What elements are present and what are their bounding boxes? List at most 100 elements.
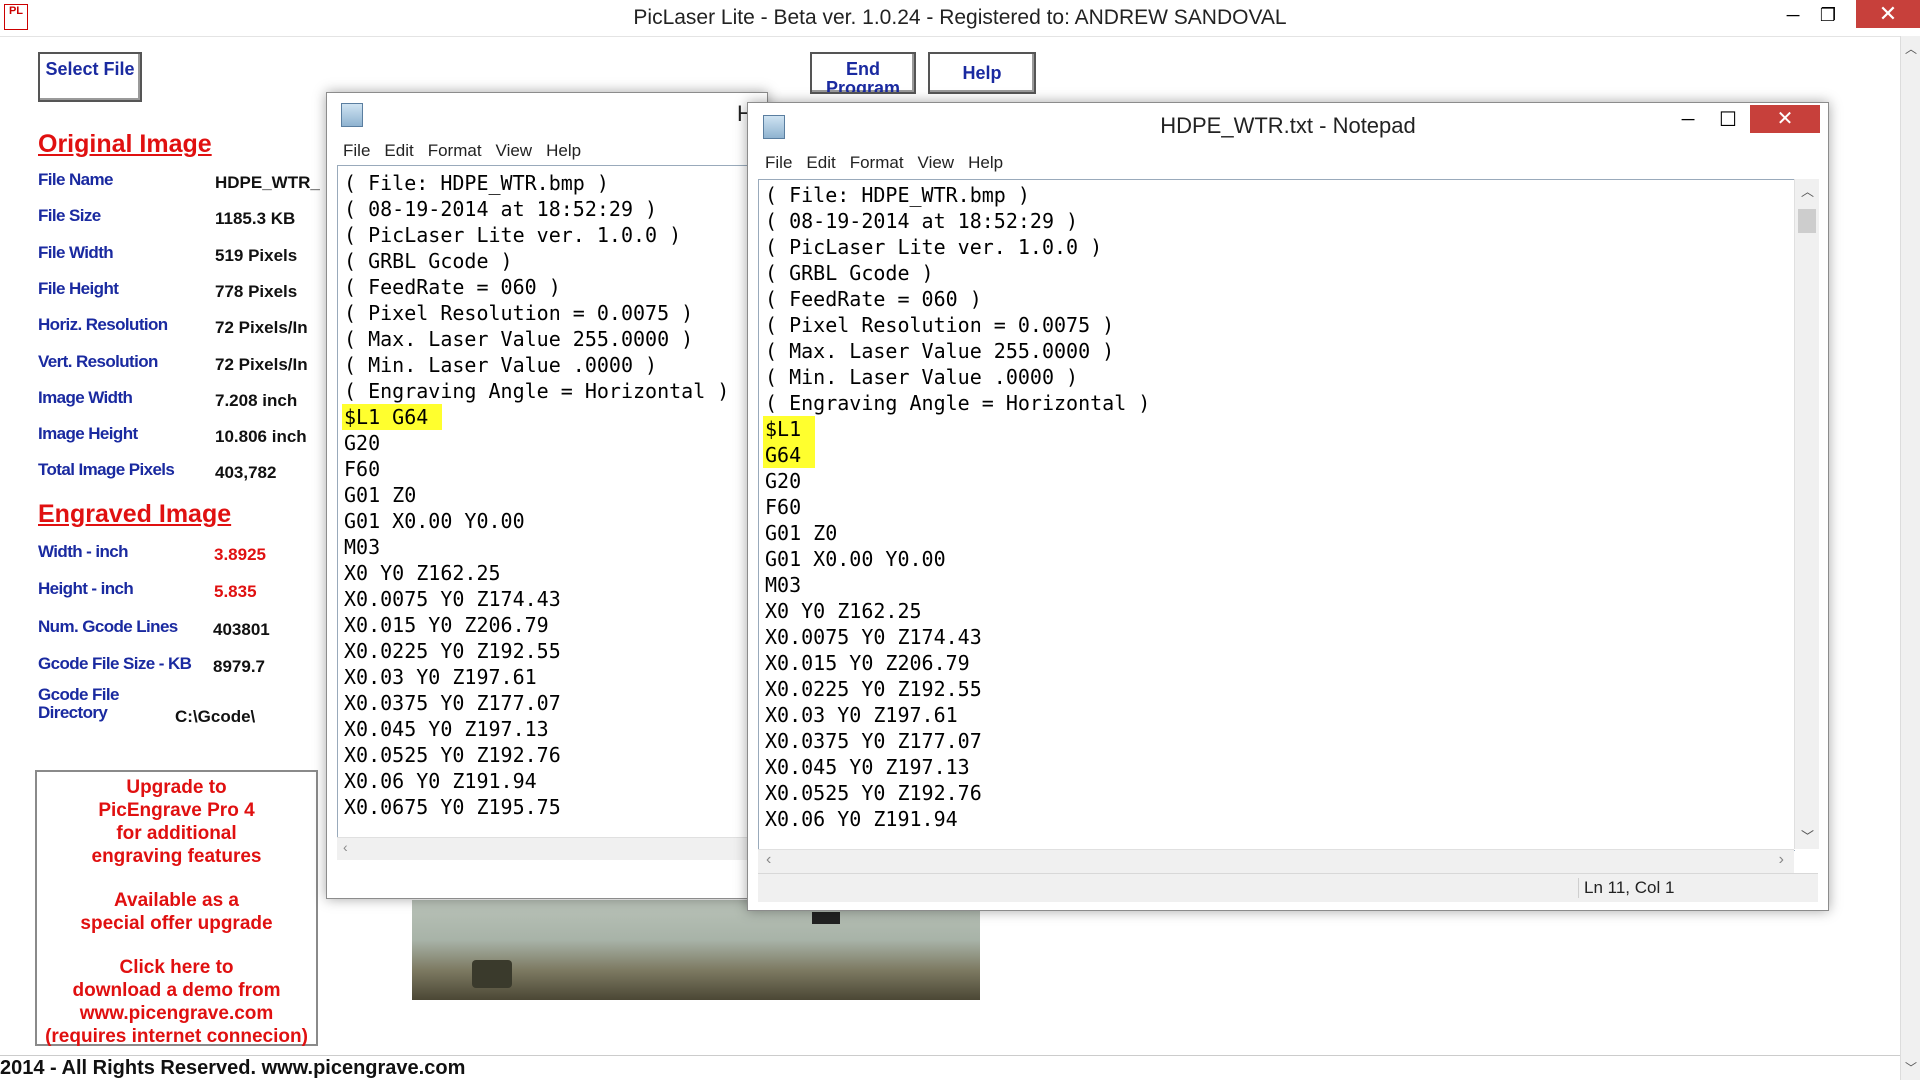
detail-value: 403,782 — [215, 463, 277, 483]
detail-value: 778 Pixels — [215, 281, 298, 301]
code-line-row: F60 — [344, 456, 729, 482]
vertical-scrollbar[interactable]: ︿ ﹀ — [1794, 179, 1819, 849]
scroll-left-icon[interactable]: ‹ — [766, 851, 771, 869]
menu-edit[interactable]: Edit — [384, 141, 413, 160]
menu-view[interactable]: View — [496, 141, 533, 160]
code-line-row: X0.015 Y0 Z206.79 — [344, 612, 729, 638]
text-area[interactable]: ( File: HDPE_WTR.bmp )( 08-19-2014 at 18… — [758, 179, 1795, 851]
scroll-down-icon[interactable]: ﹀ — [1905, 1059, 1917, 1076]
scroll-thumb[interactable] — [1798, 209, 1816, 233]
scroll-left-icon[interactable]: ‹ — [343, 839, 348, 855]
upgrade-text-line: PicEngrave Pro 4 — [98, 800, 255, 821]
close-button[interactable]: ✕ — [1750, 105, 1820, 133]
detail-value: 72 Pixels/In — [215, 318, 308, 338]
minimize-button[interactable]: ─ — [1668, 109, 1708, 130]
code-line-row: G01 X0.00 Y0.00 — [765, 546, 1150, 572]
menu-format[interactable]: Format — [428, 141, 482, 160]
code-line-row: ( File: HDPE_WTR.bmp ) — [765, 182, 1150, 208]
detail-label: Total Image Pixels — [38, 460, 175, 480]
menu-bar: File Edit Format View Help — [765, 153, 1017, 173]
upgrade-text-line — [37, 868, 316, 889]
notepad-icon — [341, 103, 363, 127]
code-line: $L1 — [763, 416, 816, 442]
maximize-button[interactable]: ☐ — [1708, 107, 1748, 132]
code-line-row: G01 Z0 — [344, 482, 729, 508]
detail-value: 10.806 inch — [215, 427, 307, 447]
code-line: X0.03 Y0 Z197.61 — [344, 665, 537, 689]
code-line: X0.015 Y0 Z206.79 — [765, 651, 970, 675]
horizontal-scrollbar[interactable]: ‹ — [337, 837, 767, 860]
status-bar: Ln 11, Col 1 — [758, 873, 1818, 902]
menu-help[interactable]: Help — [968, 153, 1003, 172]
help-button[interactable]: Help — [928, 52, 1036, 94]
detail-value: 72 Pixels/In — [215, 354, 308, 374]
code-line: X0.0375 Y0 Z177.07 — [344, 691, 561, 715]
close-button[interactable]: ✕ — [1856, 0, 1920, 28]
text-area[interactable]: ( File: HDPE_WTR.bmp )( 08-19-2014 at 18… — [337, 165, 769, 839]
horizontal-scrollbar[interactable]: ‹ › — [758, 849, 1794, 874]
code-line-row: X0.0225 Y0 Z192.55 — [344, 638, 729, 664]
menu-help[interactable]: Help — [546, 141, 581, 160]
preview-object — [472, 960, 512, 988]
code-line-row: X0.045 Y0 Z197.13 — [765, 754, 1150, 780]
scroll-up-icon[interactable]: ︿ — [1905, 40, 1917, 57]
menu-view[interactable]: View — [918, 153, 955, 172]
code-line-row: X0 Y0 Z162.25 — [765, 598, 1150, 624]
upgrade-promo-link[interactable]: Upgrade to PicEngrave Pro 4 for additional… — [35, 770, 318, 1047]
detail-value: 8979.7 — [213, 656, 265, 676]
detail-label: Gcode File Size - KB — [38, 653, 192, 673]
scroll-right-icon[interactable]: › — [1779, 851, 1784, 869]
notepad-window-back[interactable]: H File Edit Format View Help ( File: HDPE_WT… — [326, 92, 769, 899]
menu-edit[interactable]: Edit — [806, 153, 835, 172]
code-line-row: X0 Y0 Z162.25 — [344, 560, 729, 586]
main-scrollbar[interactable]: ︿ ﹀ — [1900, 36, 1920, 1080]
engraved-image-heading: Engraved Image — [38, 500, 232, 528]
cursor-position: Ln 11, Col 1 — [1584, 878, 1675, 897]
scroll-up-icon[interactable]: ︿ — [1801, 181, 1814, 200]
code-line: X0.03 Y0 Z197.61 — [765, 703, 958, 727]
detail-label: Image Width — [38, 387, 133, 407]
code-line-row: $L1 — [763, 416, 1150, 442]
code-line: ( Pixel Resolution = 0.0075 ) — [765, 313, 1115, 337]
code-line-row: ( Min. Laser Value .0000 ) — [765, 364, 1150, 390]
code-line-row: ( GRBL Gcode ) — [765, 260, 1150, 286]
select-file-button[interactable]: Select File — [38, 52, 142, 102]
code-line: ( FeedRate = 060 ) — [344, 275, 561, 299]
detail-value: 519 Pixels — [215, 245, 298, 265]
copyright-footer: 2014 - All Rights Reserved. www.picengra… — [0, 1055, 1900, 1081]
code-line-row: ( File: HDPE_WTR.bmp ) — [344, 170, 729, 196]
code-line-row: ( PicLaser Lite ver. 1.0.0 ) — [765, 234, 1150, 260]
code-line-row: F60 — [765, 494, 1150, 520]
menu-format[interactable]: Format — [850, 153, 904, 172]
upgrade-text-line: (requires internet connecion) — [45, 1026, 308, 1047]
code-line: X0.045 Y0 Z197.13 — [344, 717, 549, 741]
end-program-button[interactable]: End Program — [810, 52, 916, 94]
code-line: X0.06 Y0 Z191.94 — [344, 769, 537, 793]
scroll-down-icon[interactable]: ﹀ — [1801, 826, 1814, 845]
detail-label: Height - inch — [38, 579, 134, 599]
code-line-row: M03 — [344, 534, 729, 560]
upgrade-text-line: www.picengrave.com — [79, 1003, 274, 1024]
code-line: ( PicLaser Lite ver. 1.0.0 ) — [765, 235, 1103, 259]
detail-value: 7.208 inch — [215, 390, 298, 410]
gcode-dir-label-line1: Gcode File — [38, 685, 120, 704]
code-line-row: ( GRBL Gcode ) — [344, 248, 729, 274]
code-line-row: ( PicLaser Lite ver. 1.0.0 ) — [344, 222, 729, 248]
code-line: ( 08-19-2014 at 18:52:29 ) — [765, 209, 1079, 233]
text-content: ( File: HDPE_WTR.bmp )( 08-19-2014 at 18… — [763, 182, 1150, 832]
notepad-window-front[interactable]: HDPE_WTR.txt - Notepad ─ ☐ ✕ File Edit For… — [747, 102, 1829, 911]
menu-file[interactable]: File — [765, 153, 792, 172]
maximize-button[interactable]: ❐ — [1805, 0, 1851, 30]
detail-value: HDPE_WTR_ — [215, 173, 320, 192]
code-line: G20 — [765, 469, 802, 493]
upgrade-text-line — [37, 935, 316, 956]
gcode-dir-label-line2: Directory — [38, 703, 108, 722]
code-line: X0.045 Y0 Z197.13 — [765, 755, 970, 779]
code-line: X0.0075 Y0 Z174.43 — [765, 625, 982, 649]
code-line-row: ( FeedRate = 060 ) — [344, 274, 729, 300]
code-line: X0.0075 Y0 Z174.43 — [344, 587, 561, 611]
menu-file[interactable]: File — [343, 141, 370, 160]
code-line: X0.06 Y0 Z191.94 — [765, 807, 958, 831]
code-line: ( Engraving Angle = Horizontal ) — [344, 379, 730, 403]
detail-label: Image Height — [38, 424, 138, 444]
